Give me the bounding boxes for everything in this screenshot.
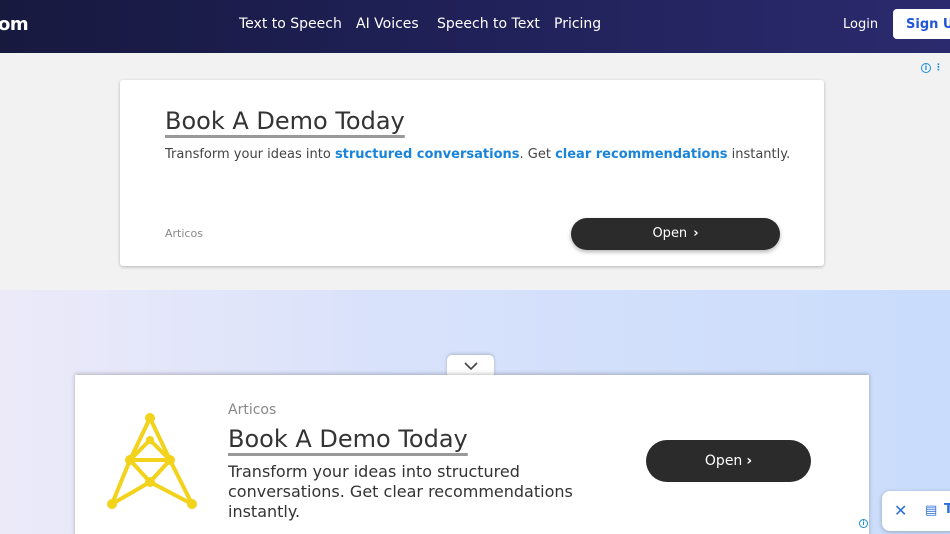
- open-label: Open: [652, 226, 688, 241]
- articos-logo-icon: [105, 410, 197, 514]
- bottom-ad-title[interactable]: Book A Demo Today: [228, 425, 468, 453]
- ad-choices[interactable]: i ⋮: [921, 63, 943, 73]
- nav-link-text-to-speech[interactable]: Text to Speech: [239, 16, 342, 32]
- top-ad-open-button[interactable]: Open ›: [571, 218, 780, 250]
- open-label: Open: [704, 453, 743, 469]
- top-ad-description: Transform your ideas into structured con…: [165, 147, 790, 162]
- floating-widget[interactable]: ✕ ▤ T: [882, 491, 950, 531]
- bottom-ad-open-button[interactable]: Open ›: [646, 440, 811, 482]
- info-icon[interactable]: i: [859, 519, 868, 528]
- bottom-anchor-ad[interactable]: Articos Book A Demo Today Transform your…: [75, 375, 869, 534]
- chevron-down-icon: [463, 359, 478, 373]
- top-ad-card[interactable]: Book A Demo Today Transform your ideas i…: [120, 80, 824, 266]
- info-icon[interactable]: i: [921, 63, 931, 73]
- desc-text: . Get: [519, 147, 556, 162]
- top-nav: om Text to Speech AI Voices Speech to Te…: [0, 0, 950, 53]
- desc-highlight: structured conversations: [334, 147, 520, 162]
- brand-logo-text[interactable]: om: [0, 14, 29, 35]
- collapse-ad-button[interactable]: [447, 355, 494, 377]
- desc-text: instantly.: [727, 147, 791, 162]
- widget-label[interactable]: T: [944, 502, 950, 517]
- bottom-ad-source: Articos: [228, 402, 277, 418]
- close-icon[interactable]: ✕: [894, 501, 907, 520]
- nav-link-speech-to-text[interactable]: Speech to Text: [437, 16, 540, 32]
- desc-text: Transform your ideas into: [165, 147, 335, 162]
- kebab-icon[interactable]: ⋮: [934, 63, 943, 73]
- document-icon[interactable]: ▤: [925, 503, 937, 518]
- bottom-ad-info[interactable]: i: [859, 518, 868, 528]
- chevron-right-icon: ›: [693, 226, 699, 241]
- chevron-right-icon: ›: [746, 453, 753, 469]
- bottom-ad-description: Transform your ideas into structured con…: [228, 462, 573, 521]
- desc-highlight: clear recommendations: [555, 147, 728, 162]
- nav-link-pricing[interactable]: Pricing: [554, 16, 601, 32]
- top-ad-source: Articos: [165, 227, 203, 240]
- nav-link-ai-voices[interactable]: AI Voices: [356, 16, 419, 32]
- top-ad-title[interactable]: Book A Demo Today: [165, 107, 405, 135]
- signup-button[interactable]: Sign Up: [893, 9, 950, 39]
- login-link[interactable]: Login: [843, 17, 878, 32]
